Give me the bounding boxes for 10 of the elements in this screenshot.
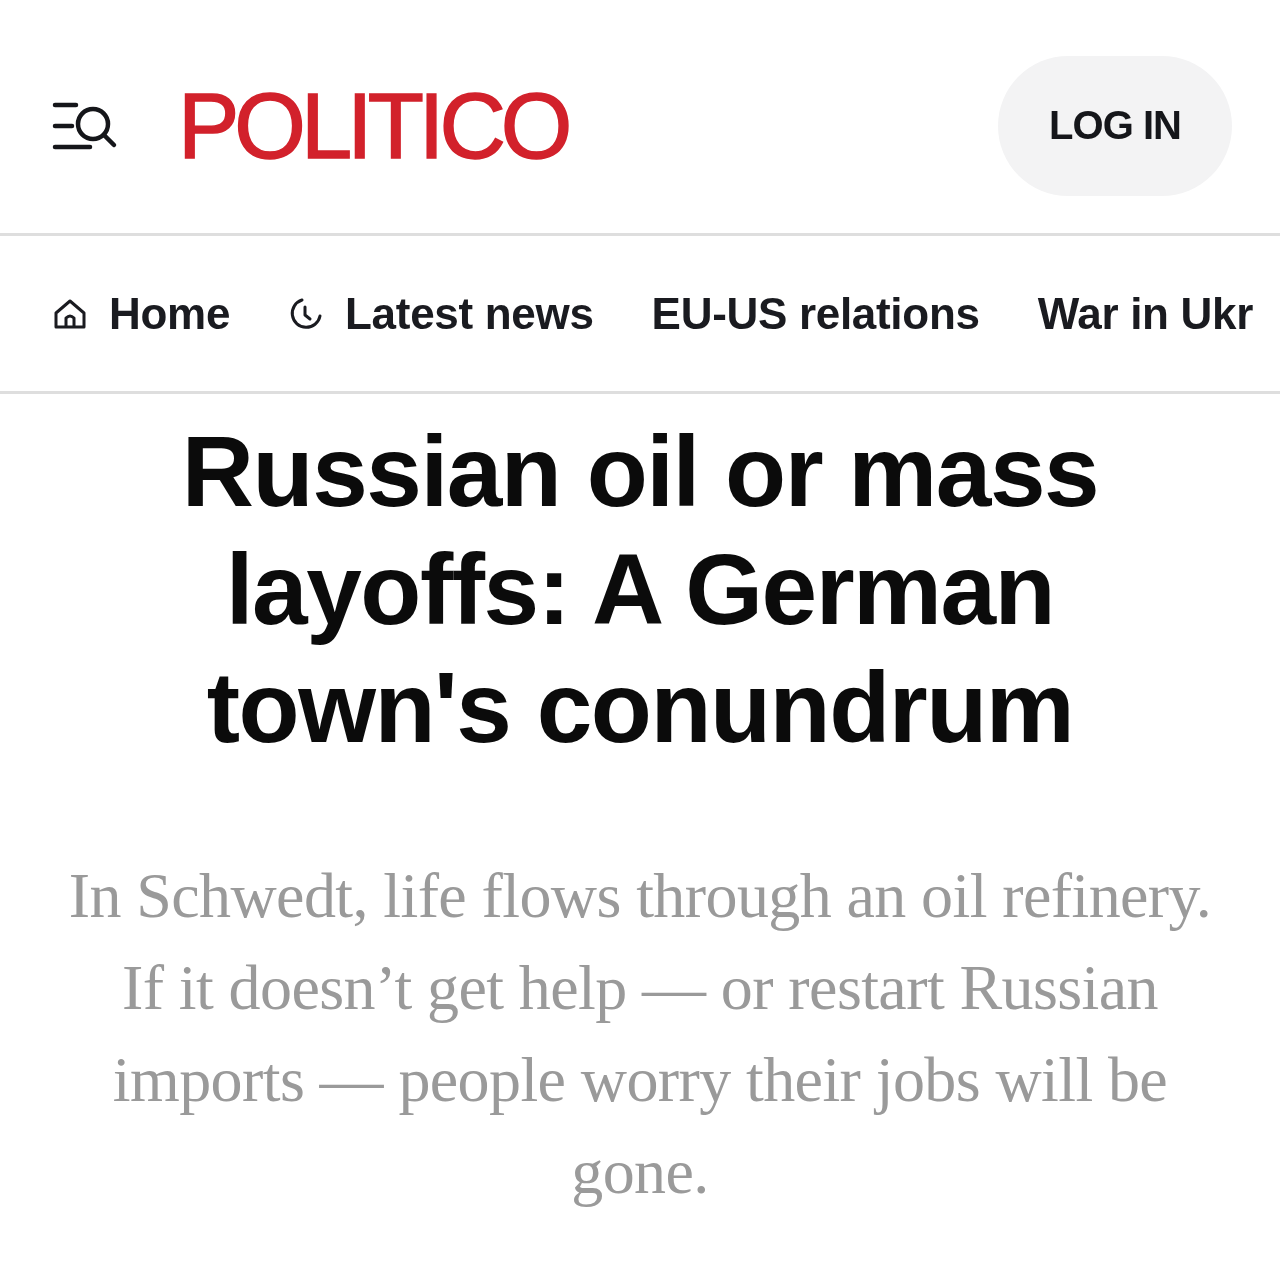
nav-link[interactable]: War in Ukr: [1037, 288, 1254, 339]
nav-link[interactable]: Home: [52, 288, 231, 339]
nav-link[interactable]: EU-US relations: [651, 288, 980, 339]
menu-search-icon: [52, 101, 118, 150]
login-button[interactable]: LOG IN: [998, 55, 1232, 196]
politico-logo[interactable]: POLITICO: [178, 79, 568, 172]
menu-search-button[interactable]: [52, 101, 118, 150]
article-summary: In Schwedt, life flows through an oil refinery. If it doesn’t get help — or restart Russian imports — people worry their jobs will be gone.: [67, 859, 1213, 1209]
article-headline: Russian oil or mass layoffs: A German town's conundrum: [180, 414, 1100, 765]
nav-link[interactable]: Latest news: [288, 288, 594, 339]
